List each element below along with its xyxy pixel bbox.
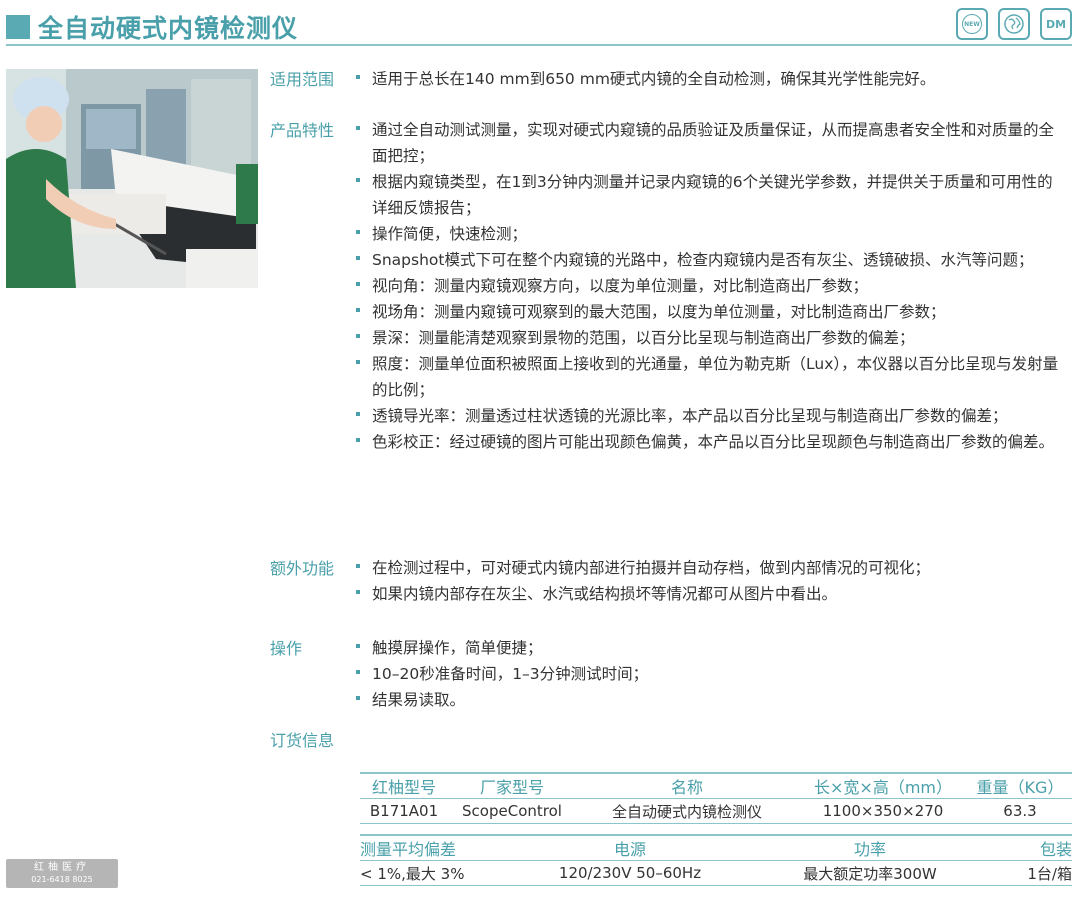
new-badge-icon: NEW <box>956 8 988 40</box>
table-cell: B171A01 <box>369 802 439 820</box>
table-header-cell: 测量平均偏差 <box>360 840 457 859</box>
features-list: 通过全自动测试测量，实现对硬式内窥镜的品质验证及质量保证，从而提高患者安全性和对… <box>356 117 1066 455</box>
list-item: 结果易读取。 <box>356 687 1066 713</box>
page-title: 全自动硬式内镜检测仪 <box>38 14 299 43</box>
watermark-company: 红柚医疗 <box>34 862 90 873</box>
extra-list: 在检测过程中，可对硬式内镜内部进行拍摄并自动存档，做到内部情况的可视化； 如果内… <box>356 555 1066 607</box>
section-label: 订货信息 <box>270 731 335 750</box>
list-item: 视场角：测量内窥镜可观察到的最大范围，以度为单位测量，对比制造商出厂参数； <box>356 299 1066 325</box>
table-header-cell: 名称 <box>670 778 703 797</box>
table-cell: 1台/箱 <box>1027 864 1072 883</box>
watermark: 红柚医疗 021-6418 8025 <box>6 859 118 888</box>
product-photo <box>6 69 258 288</box>
section-label: 额外功能 <box>270 559 335 578</box>
dm-badge-icon: DM <box>1040 8 1072 40</box>
order-table: 红柚型号 厂家型号 名称 长×宽×高（mm） 重量（KG） B171A01 Sc… <box>360 772 1072 824</box>
list-item: 色彩校正：经过硬镜的图片可能出现颜色偏黄，本产品以百分比呈现颜色与制造商出厂参数… <box>356 429 1066 455</box>
table-header-cell: 厂家型号 <box>479 778 544 797</box>
list-item: Snapshot模式下可在整个内窥镜的光路中，检查内窥镜内是否有灰尘、透镜破损、… <box>356 247 1066 273</box>
list-item: 照度：测量单位面积被照面上接收到的光通量，单位为勒克斯（Lux），本仪器以百分比… <box>356 351 1066 403</box>
table-header-row: 测量平均偏差 电源 功率 包装 <box>360 836 1072 860</box>
table-cell: 120/230V 50–60Hz <box>558 864 702 882</box>
table-cell: 63.3 <box>1003 802 1037 820</box>
section-label: 操作 <box>270 639 303 658</box>
table-cell: 全自动硬式内镜检测仪 <box>611 802 762 821</box>
table-header-cell: 功率 <box>853 840 886 859</box>
table-header-row: 红柚型号 厂家型号 名称 长×宽×高（mm） 重量（KG） <box>360 774 1072 798</box>
table-rule <box>360 823 1072 824</box>
table-row: B171A01 ScopeControl 全自动硬式内镜检测仪 1100×350… <box>360 799 1072 823</box>
table-header-cell: 红柚型号 <box>371 778 436 797</box>
table-cell: ScopeControl <box>462 802 562 820</box>
list-item: 视向角：测量内窥镜观察方向，以度为单位测量，对比制造商出厂参数； <box>356 273 1066 299</box>
title-rule <box>6 44 1072 46</box>
list-item: 根据内窥镜类型，在1到3分钟内测量并记录内窥镜的6个关键光学参数，并提供关于质量… <box>356 169 1066 221</box>
table-row: < 1%,最大 3% 120/230V 50–60Hz 最大额定功率300W 1… <box>360 861 1072 885</box>
section-label: 适用范围 <box>270 70 335 89</box>
section-label: 产品特性 <box>270 121 335 140</box>
list-item: 触摸屏操作，简单便捷； <box>356 635 1066 661</box>
title-bar: 全自动硬式内镜检测仪 <box>6 8 298 46</box>
watermark-phone: 021-6418 8025 <box>31 875 93 884</box>
list-item: 适用于总长在140 mm到650 mm硬式内镜的全自动检测，确保其光学性能完好。 <box>356 66 1066 92</box>
table-header-cell: 重量（KG） <box>976 778 1064 797</box>
table-header-cell: 包装 <box>1039 840 1072 859</box>
globe-badge-icon <box>998 8 1030 40</box>
table-cell: 1100×350×270 <box>822 802 944 820</box>
list-item: 如果内镜内部存在灰尘、水汽或结构损坏等情况都可从图片中看出。 <box>356 581 1066 607</box>
list-item: 在检测过程中，可对硬式内镜内部进行拍摄并自动存档，做到内部情况的可视化； <box>356 555 1066 581</box>
operation-list: 触摸屏操作，简单便捷； 10–20秒准备时间，1–3分钟测试时间； 结果易读取。 <box>356 635 1066 713</box>
list-item: 通过全自动测试测量，实现对硬式内窥镜的品质验证及质量保证，从而提高患者安全性和对… <box>356 117 1066 169</box>
list-item: 透镜导光率：测量透过柱状透镜的光源比率，本产品以百分比呈现与制造商出厂参数的偏差… <box>356 403 1066 429</box>
title-square-icon <box>6 15 30 39</box>
list-item: 10–20秒准备时间，1–3分钟测试时间； <box>356 661 1066 687</box>
table-header-cell: 电源 <box>613 840 646 859</box>
table-cell: 最大额定功率300W <box>803 864 937 883</box>
list-item: 操作简便，快速检测； <box>356 221 1066 247</box>
table-header-cell: 长×宽×高（mm） <box>814 778 952 797</box>
list-item: 景深：测量能清楚观察到景物的范围，以百分比呈现与制造商出厂参数的偏差； <box>356 325 1066 351</box>
badge-group: NEW DM <box>956 8 1072 40</box>
table-cell: < 1%,最大 3% <box>360 864 465 883</box>
spec-table: 测量平均偏差 电源 功率 包装 < 1%,最大 3% 120/230V 50–6… <box>360 834 1072 886</box>
table-rule <box>360 885 1072 886</box>
scope-list: 适用于总长在140 mm到650 mm硬式内镜的全自动检测，确保其光学性能完好。 <box>356 66 1066 92</box>
